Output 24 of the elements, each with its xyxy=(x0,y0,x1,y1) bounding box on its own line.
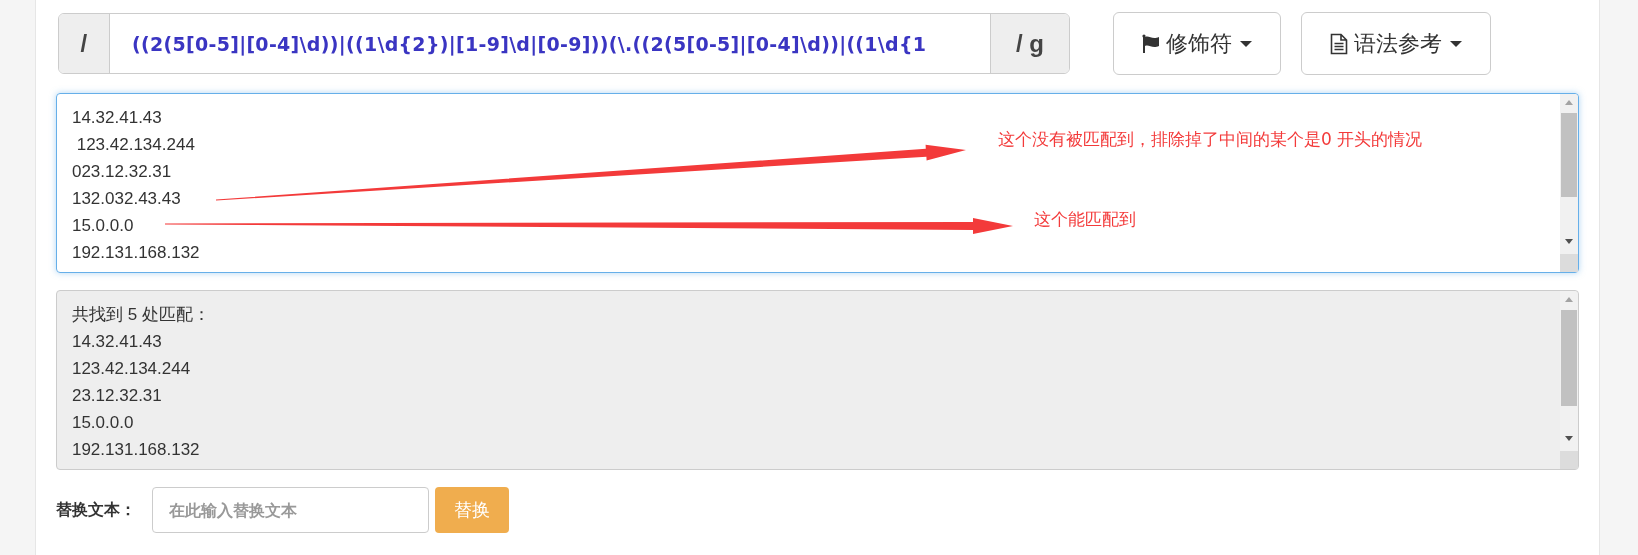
syntax-reference-dropdown[interactable]: 语法参考 xyxy=(1300,12,1491,75)
annotation-text: 这个能匹配到 xyxy=(1034,208,1136,231)
caret-icon xyxy=(1239,40,1252,47)
scrollbar[interactable] xyxy=(1559,94,1578,272)
result-line: 192.131.168.132 xyxy=(71,439,200,461)
replace-input[interactable]: 在此输入替换文本 xyxy=(151,487,429,533)
flag-icon xyxy=(1141,33,1160,54)
result-line: 123.42.134.244 xyxy=(71,358,191,380)
text-line: 123.42.134.244 xyxy=(75,134,195,156)
scrollbar[interactable] xyxy=(1559,291,1578,469)
result-line: 23.12.32.31 xyxy=(71,385,162,407)
document-icon xyxy=(1329,32,1348,55)
result-line: 共找到 5 处匹配： xyxy=(71,304,210,326)
modifiers-dropdown[interactable]: 修饰符 xyxy=(1112,12,1281,75)
result-line: 14.32.41.43 xyxy=(71,331,162,353)
text-line: 132.032.43.43 xyxy=(71,188,181,210)
annotation-text: 这个没有被匹配到，排除掉了中间的某个是0 开头的情况 xyxy=(998,128,1423,151)
replace-label: 替换文本： xyxy=(55,499,137,521)
text-line: 192.131.168.132 xyxy=(71,242,200,264)
caret-icon xyxy=(1449,40,1462,47)
text-line: 15.0.0.0 xyxy=(71,215,134,237)
result-line: 15.0.0.0 xyxy=(71,412,134,434)
text-line: 14.32.41.43 xyxy=(71,107,162,129)
text-line: 023.12.32.31 xyxy=(71,161,172,183)
